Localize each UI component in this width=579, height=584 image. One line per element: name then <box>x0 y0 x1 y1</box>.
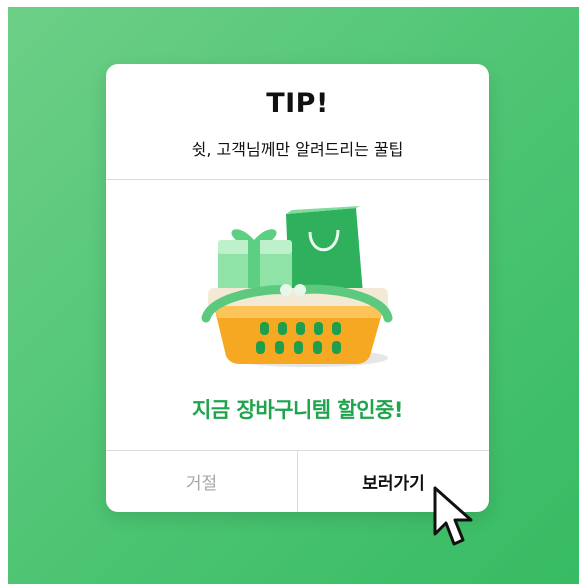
reject-button[interactable]: 거절 <box>106 451 297 512</box>
shopping-basket-icon <box>201 206 393 367</box>
promo-text: 지금 장바구니템 할인중! <box>188 394 407 426</box>
modal-title: TIP! <box>266 88 329 119</box>
promo-label: 지금 장바구니템 할인중! <box>192 398 403 422</box>
promo-banner: 지금 장바구니템 할인중! <box>106 394 489 426</box>
divider <box>106 179 489 180</box>
mouse-pointer-icon <box>433 486 473 546</box>
tip-modal: TIP! 쉿, 고객님께만 알려드리는 꿀팁 지금 장바구니템 할인중! 거절 … <box>106 64 489 512</box>
modal-subtitle: 쉿, 고객님께만 알려드리는 꿀팁 <box>191 140 404 159</box>
